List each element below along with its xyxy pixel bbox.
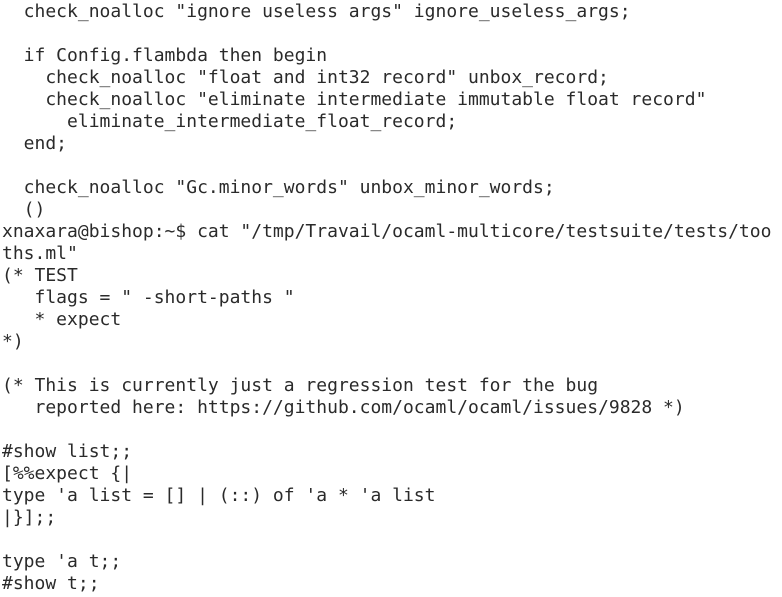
terminal-line: check_noalloc "float and int32 record" u… bbox=[2, 67, 609, 88]
terminal-line: reported here: https://github.com/ocaml/… bbox=[2, 397, 685, 418]
terminal-output[interactable]: check_noalloc "ignore useless args" igno… bbox=[0, 0, 782, 595]
terminal-line: [%%expect {| bbox=[2, 463, 133, 484]
terminal-line: type 'a t;; bbox=[2, 551, 122, 572]
terminal-line: check_noalloc "Gc.minor_words" unbox_min… bbox=[2, 177, 555, 198]
terminal-line: |}];; bbox=[2, 507, 57, 528]
terminal-line: #show list;; bbox=[2, 441, 133, 462]
terminal-line: ths.ml" bbox=[2, 243, 78, 264]
terminal-line: (* TEST bbox=[2, 265, 78, 286]
terminal-line: () bbox=[2, 199, 46, 220]
shell-prompt-line: xnaxara@bishop:~$ cat "/tmp/Travail/ocam… bbox=[2, 221, 772, 242]
terminal-line: flags = " -short-paths " bbox=[2, 287, 295, 308]
terminal-line: check_noalloc "eliminate intermediate im… bbox=[2, 89, 707, 110]
terminal-line: *) bbox=[2, 331, 24, 352]
terminal-line: check_noalloc "ignore useless args" igno… bbox=[2, 1, 631, 22]
terminal-line: (* This is currently just a regression t… bbox=[2, 375, 599, 396]
terminal-line: end; bbox=[2, 133, 68, 154]
terminal-line: eliminate_intermediate_float_record; bbox=[2, 111, 458, 132]
terminal-line: * expect bbox=[2, 309, 122, 330]
terminal-line: type 'a list = [] | (::) of 'a * 'a list bbox=[2, 485, 436, 506]
terminal-line: if Config.flambda then begin bbox=[2, 45, 328, 66]
terminal-line: #show t;; bbox=[2, 573, 100, 594]
